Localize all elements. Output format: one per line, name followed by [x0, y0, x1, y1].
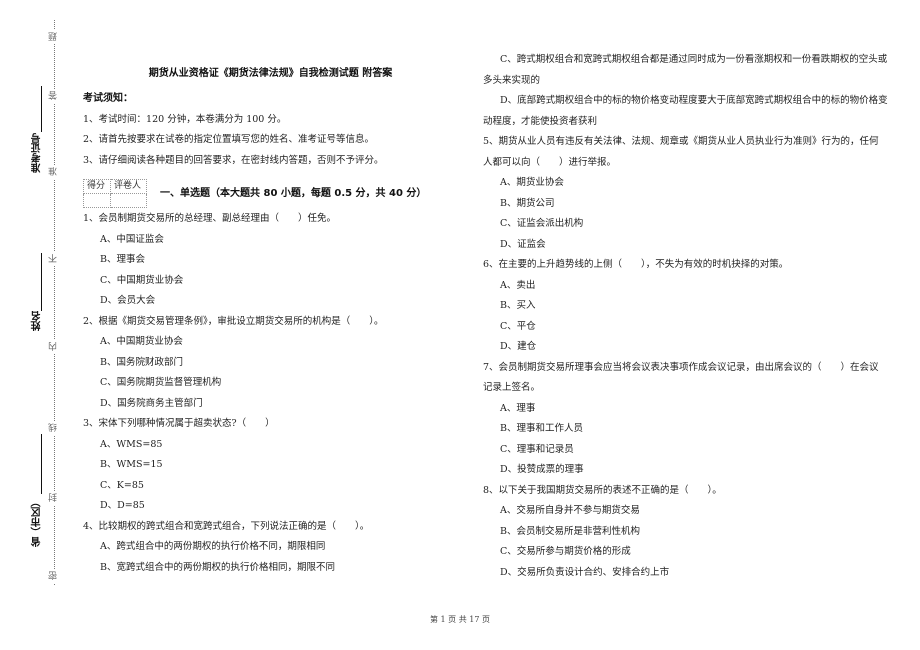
question-option: C、国务院期货监督管理机构	[100, 377, 222, 388]
question-option: D、投赞成票的理事	[500, 464, 584, 475]
notice-item: 3、请仔细阅读各种题目的回答要求，在密封线内答题，否则不予评分。	[83, 154, 384, 166]
question-option: B、期货公司	[500, 197, 555, 209]
notice-item: 1、考试时间：120 分钟，本卷满分为 100 分。	[83, 113, 287, 125]
question-option: A、WMS=85	[100, 438, 163, 450]
question-option: D、国务院商务主管部门	[100, 397, 203, 409]
question-stem: 5、期货从业人员有违反有关法律、法规、规章或《期货从业人员执业行为准则》行为的，…	[483, 136, 879, 168]
question-option: C、证监会派出机构	[500, 218, 584, 229]
seal-char: 封	[47, 491, 61, 505]
question-7: 7、会员制期货交易所理事会应当将会议表决事项作成会议记录，由出席会议的（ ）在会…	[483, 358, 888, 481]
province-label: 省（市区）	[32, 497, 43, 547]
province-input-line[interactable]	[41, 434, 42, 494]
exam-id-input-line[interactable]	[41, 86, 42, 132]
left-column: 期货从业资格证《期货法律法规》自我检测试题 附答案 考试须知： 1、考试时间：1…	[83, 44, 458, 578]
question-option: B、买入	[500, 300, 536, 311]
exam-id-label: 准考证号	[32, 133, 43, 173]
seal-char: 题	[47, 30, 61, 44]
section-title: 一、单选题（本大题共 80 小题，每题 0.5 分，共 40 分）	[160, 188, 427, 199]
question-option: A、期货业协会	[500, 177, 564, 188]
seal-char: 不	[47, 252, 61, 266]
binding-margin: 题 答 准 不 内 线 封 密 准考证号 姓名 省（市区）	[0, 0, 70, 650]
seal-char: 内	[47, 340, 61, 354]
question-1: 1、会员制期货交易所的总经理、副总经理由（ ）任免。 A、中国证监会 B、理事会…	[83, 209, 458, 312]
question-option: B、理事会	[100, 254, 145, 265]
question-option: C、理事和记录员	[500, 443, 574, 455]
question-option: D、交易所负责设计合约、安排合约上市	[500, 566, 670, 578]
question-option: A、跨式组合中的两份期权的执行价格不同，期限相同	[100, 541, 326, 552]
question-option: C、K=85	[100, 479, 144, 491]
question-option: D、建仓	[500, 341, 537, 352]
question-option: A、理事	[500, 402, 536, 414]
question-option: A、交易所自身并不参与期货交易	[500, 505, 640, 516]
question-4: 4、比较期权的跨式组合和宽跨式组合，下列说法正确的是（ ）。 A、跨式组合中的两…	[83, 517, 458, 579]
question-option: B、国务院财政部门	[100, 356, 183, 368]
question-option: D、会员大会	[100, 295, 156, 306]
score-table: 得分 评卷人	[83, 179, 147, 208]
seal-char: 准	[47, 165, 61, 179]
question-option: B、理事和工作人员	[500, 423, 583, 434]
question-stem: 3、宋体下列哪种情况属于超卖状态?（ ）	[83, 418, 275, 429]
question-option: A、中国期货业协会	[100, 336, 183, 347]
name-input-line[interactable]	[41, 253, 42, 311]
notice-item: 2、请首先按要求在试卷的指定位置填写您的姓名、准考证号等信息。	[83, 134, 375, 145]
grader-header: 评卷人	[110, 179, 147, 194]
score-header: 得分	[83, 179, 111, 194]
seal-char: 密	[47, 569, 61, 583]
question-option: C、跨式期权组合和宽跨式期权组合都是通过同时成为一份看涨期权和一份看跌期权的空头…	[483, 54, 888, 86]
name-label: 姓名	[32, 311, 43, 331]
question-stem: 4、比较期权的跨式组合和宽跨式组合，下列说法正确的是（ ）。	[83, 520, 370, 532]
question-3: 3、宋体下列哪种情况属于超卖状态?（ ） A、WMS=85 B、WMS=15 C…	[83, 414, 458, 517]
question-option: B、会员制交易所是非营利性机构	[500, 525, 640, 537]
question-option: A、中国证监会	[100, 233, 164, 245]
question-option: D、证监会	[500, 238, 546, 250]
question-8: 8、以下关于我国期货交易所的表述不正确的是（ ）。 A、交易所自身并不参与期货交…	[483, 481, 888, 584]
question-option: B、WMS=15	[100, 459, 163, 470]
right-column: C、跨式期权组合和宽跨式期权组合都是通过同时成为一份看涨期权和一份看跌期权的空头…	[483, 50, 888, 583]
question-2: 2、根据《期货交易管理条例》，审批设立期货交易所的机构是（ ）。 A、中国期货业…	[83, 312, 458, 415]
question-stem: 2、根据《期货交易管理条例》，审批设立期货交易所的机构是（ ）。	[83, 315, 384, 327]
question-stem: 8、以下关于我国期货交易所的表述不正确的是（ ）。	[483, 484, 722, 496]
question-6: 6、在主要的上升趋势线的上侧（ ），不失为有效的时机抉择的对策。 A、卖出 B、…	[483, 255, 888, 358]
question-option: B、宽跨式组合中的两份期权的执行价格相同，期限不同	[100, 561, 335, 573]
question-option: C、平仓	[500, 320, 536, 332]
question-5: 5、期货从业人员有违反有关法律、法规、规章或《期货从业人员执业行为准则》行为的，…	[483, 132, 888, 255]
document-title: 期货从业资格证《期货法律法规》自我检测试题 附答案	[148, 68, 393, 79]
question-option: C、中国期货业协会	[100, 274, 184, 286]
question-option: C、交易所参与期货价格的形成	[500, 546, 631, 557]
question-stem: 7、会员制期货交易所理事会应当将会议表决事项作成会议记录，由出席会议的（ ）在会…	[483, 361, 879, 394]
score-cell[interactable]	[83, 193, 111, 208]
seal-char: 答	[47, 89, 61, 103]
question-option: A、卖出	[500, 279, 536, 291]
notice-heading: 考试须知：	[83, 92, 133, 104]
question-option: D、D=85	[100, 500, 145, 511]
question-option: D、底部跨式期权组合中的标的物价格变动程度要大于底部宽跨式期权组合中的标的物价格…	[483, 95, 888, 127]
seal-char: 线	[47, 421, 61, 435]
question-stem: 1、会员制期货交易所的总经理、副总经理由（ ）任免。	[83, 213, 337, 224]
page-footer: 第 1 页 共 17 页	[430, 615, 490, 624]
section-header: 得分 评卷人 一、单选题（本大题共 80 小题，每题 0.5 分，共 40 分）	[83, 176, 458, 209]
grader-cell[interactable]	[110, 193, 147, 208]
question-stem: 6、在主要的上升趋势线的上侧（ ），不失为有效的时机抉择的对策。	[483, 259, 789, 270]
